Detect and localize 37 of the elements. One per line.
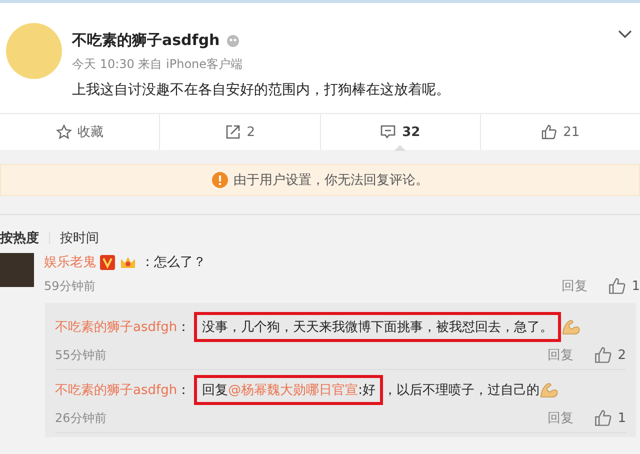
- thumbs-up-icon[interactable]: [594, 409, 612, 427]
- chevron-down-icon[interactable]: [618, 29, 632, 39]
- like-count: 1: [632, 278, 640, 294]
- comment-time: 59分钟前: [44, 278, 96, 294]
- star-icon: [56, 124, 72, 140]
- thumbs-up-icon: [541, 124, 558, 140]
- reply-text: 回复@杨幂魏大勋哪日官宣:好 ，以后不理喷子，过自己的: [190, 375, 540, 405]
- like-count: 2: [618, 348, 626, 362]
- reply-time: 55分钟前: [55, 346, 108, 364]
- badge-icon: [226, 34, 240, 48]
- post-text: 上我这自讨没趣不在各自安好的范围内，打狗棒在这放着呢。: [72, 81, 450, 99]
- favorite-button[interactable]: 收藏: [0, 114, 160, 150]
- comment-icon: [380, 124, 396, 140]
- thumbs-up-icon[interactable]: [608, 277, 626, 295]
- thumbs-up-icon[interactable]: [594, 346, 612, 364]
- share-icon: [224, 124, 241, 140]
- flexed-arm-icon: [561, 318, 582, 336]
- sort-tab[interactable]: 按热度: [0, 229, 39, 247]
- reply-time: 26分钟前: [55, 410, 108, 426]
- reply-link[interactable]: 回复: [548, 409, 574, 427]
- post-meta: 今天 10:30 来自 iPhone客户端: [72, 56, 244, 73]
- reply-link[interactable]: 回复: [562, 277, 588, 295]
- sort-tab[interactable]: 按时间: [60, 229, 99, 247]
- comment-text: ：怎么了？: [141, 254, 206, 271]
- repost-button[interactable]: 2: [159, 114, 320, 150]
- comment-button[interactable]: 32: [320, 114, 480, 150]
- flexed-arm-icon: [539, 381, 560, 399]
- reply-colon: ：: [177, 319, 190, 336]
- like-button[interactable]: 21: [480, 114, 640, 150]
- like-count: 1: [618, 410, 626, 426]
- verified-badge-icon: [100, 254, 115, 270]
- crown-badge-icon: [119, 254, 137, 270]
- author-name[interactable]: 不吃素的狮子asdfgh: [72, 31, 220, 50]
- reply-link[interactable]: 回复: [548, 346, 574, 364]
- reply-colon: ：: [177, 382, 190, 399]
- notice-text: 由于用户设置，你无法回复评论。: [234, 172, 428, 189]
- warning-icon: [212, 172, 228, 188]
